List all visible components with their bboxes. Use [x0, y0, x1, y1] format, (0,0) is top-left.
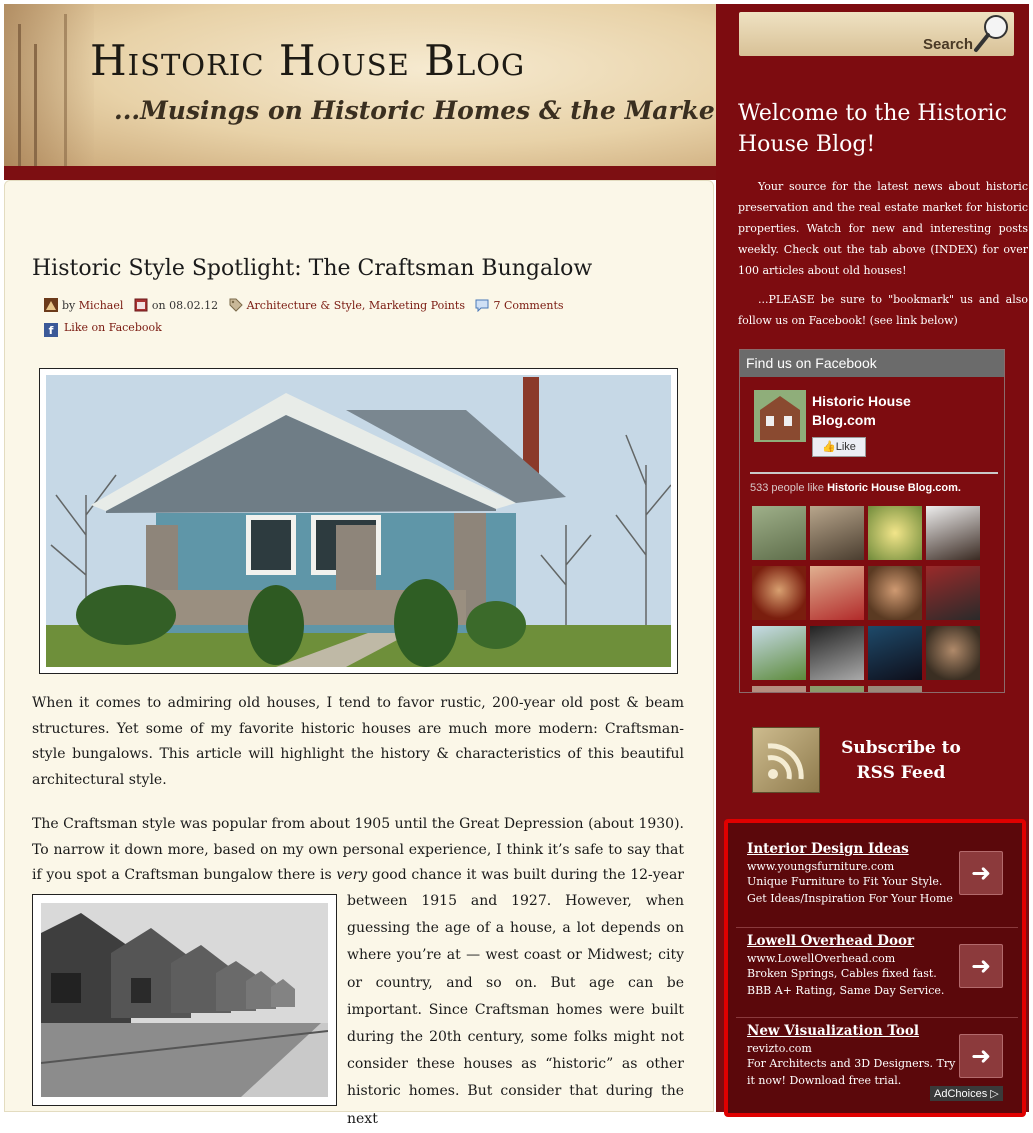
post-paragraph-1: When it comes to admiring old houses, I … — [32, 695, 684, 788]
welcome-title: Welcome to the Historic House Blog! — [738, 101, 1007, 157]
fan-avatar[interactable] — [810, 686, 864, 692]
author-link[interactable]: Michael — [79, 299, 124, 312]
fan-avatar[interactable] — [810, 566, 864, 620]
fan-avatar[interactable] — [752, 686, 806, 692]
bungalow-street-photo — [32, 894, 337, 1106]
welcome-paragraph-2: ...PLEASE be sure to "bookmark" us and a… — [738, 293, 1028, 327]
arrow-right-icon: ➜ — [970, 952, 992, 980]
header-divider — [4, 166, 716, 180]
welcome-text: Your source for the latest news about hi… — [738, 176, 1028, 331]
page: Historic House Blog ...Musings on Histor… — [0, 0, 1033, 1127]
fan-avatar[interactable] — [926, 566, 980, 620]
ad-arrow-button[interactable]: ➜ — [959, 851, 1003, 895]
fan-count-page-name[interactable]: Historic House Blog.com. — [827, 482, 961, 494]
post-title[interactable]: Historic Style Spotlight: The Craftsman … — [32, 256, 592, 281]
search-icon[interactable] — [972, 12, 1012, 54]
facebook-box-header: Find us on Facebook — [740, 350, 1004, 377]
blog-tagline: ...Musings on Historic Homes & the Marke… — [114, 96, 716, 125]
fan-avatar[interactable] — [868, 626, 922, 680]
fan-avatar[interactable] — [752, 566, 806, 620]
calendar-icon — [134, 298, 148, 312]
date-prefix: on — [151, 299, 166, 312]
post-meta: by Michael on 08.02.12 Architecture & St… — [44, 298, 564, 313]
ad-arrow-button[interactable]: ➜ — [959, 944, 1003, 988]
comment-icon — [475, 298, 489, 313]
ads-panel: Interior Design Ideas www.youngsfurnitur… — [724, 819, 1026, 1117]
welcome-paragraph-1: Your source for the latest news about hi… — [738, 180, 1028, 277]
facebook-like-row[interactable]: f Like on Facebook — [44, 321, 162, 337]
thumbs-up-icon: 👍 — [822, 441, 836, 453]
ad-description: Broken Springs, Cables fixed fast. BBB A… — [747, 967, 945, 997]
post-date: 08.02.12 — [169, 299, 219, 312]
fan-avatar[interactable] — [868, 566, 922, 620]
comments-link[interactable]: 7 Comments — [493, 299, 563, 312]
ad-arrow-button[interactable]: ➜ — [959, 1034, 1003, 1078]
post-paragraph-3: between 1915 and 1927. However, when gue… — [347, 893, 684, 1127]
facebook-page-thumbnail[interactable] — [754, 390, 806, 442]
rss-feed-icon[interactable] — [752, 727, 820, 793]
fan-avatar[interactable] — [810, 506, 864, 560]
fan-avatar[interactable] — [926, 626, 980, 680]
craftsman-bungalow-photo — [39, 368, 678, 674]
street-illustration — [41, 903, 328, 1097]
ad-separator — [736, 1017, 1018, 1018]
facebook-like-box: Find us on Facebook Historic House Blog.… — [739, 349, 1005, 693]
fan-avatar[interactable] — [752, 626, 806, 680]
ad-description: Unique Furniture to Fit Your Style. Get … — [747, 875, 953, 905]
ad-description: For Architects and 3D Designers. Try it … — [747, 1057, 956, 1087]
fan-avatar[interactable] — [752, 506, 806, 560]
fan-avatar[interactable] — [868, 686, 922, 692]
subscribe-rss-link[interactable]: Subscribe to RSS Feed — [826, 736, 976, 786]
fan-count-text: 533 people like — [750, 482, 825, 494]
fan-avatar[interactable] — [926, 506, 980, 560]
blog-header-banner[interactable]: Historic House Blog ...Musings on Histor… — [4, 4, 716, 167]
facebook-icon: f — [44, 323, 58, 337]
adchoices-link[interactable]: AdChoices ▷ — [930, 1086, 1003, 1101]
like-button-label: Like — [835, 441, 856, 453]
banner-house-illustration — [4, 4, 94, 166]
arrow-right-icon: ➜ — [970, 1042, 992, 1070]
facebook-divider — [750, 472, 998, 474]
facebook-fan-count: 533 people like Historic House Blog.com. — [750, 482, 1000, 494]
blog-title[interactable]: Historic House Blog — [90, 36, 525, 85]
author-icon — [44, 298, 58, 312]
by-prefix: by — [62, 299, 76, 312]
arrow-right-icon: ➜ — [970, 859, 992, 887]
adchoices-label: AdChoices — [934, 1088, 988, 1100]
facebook-page-name[interactable]: Historic House Blog.com — [812, 392, 962, 430]
tag-icon — [229, 298, 243, 312]
search-label[interactable]: Search — [923, 36, 973, 53]
ad-separator — [736, 927, 1018, 928]
fan-avatar[interactable] — [868, 506, 922, 560]
categories-link[interactable]: Architecture & Style, Marketing Points — [247, 299, 465, 312]
facebook-like-button[interactable]: 👍Like — [812, 437, 866, 457]
para2-emphasis: very — [336, 867, 368, 883]
bungalow-illustration — [46, 375, 671, 667]
like-on-facebook-link[interactable]: Like on Facebook — [64, 321, 162, 334]
adchoices-icon: ▷ — [990, 1088, 999, 1100]
fan-avatar[interactable] — [810, 626, 864, 680]
